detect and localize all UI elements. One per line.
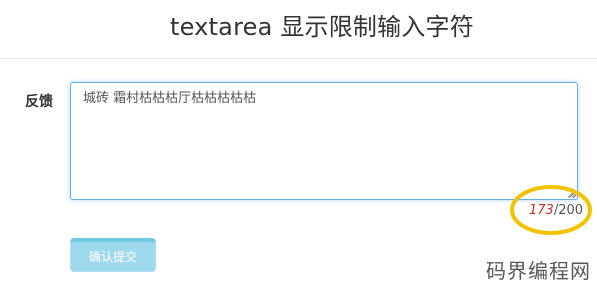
page-header: textarea 显示限制输入字符 [0, 0, 597, 59]
feedback-textarea[interactable]: 城砖 霜村枯枯枯厅枯枯枯枯枯 [70, 82, 578, 200]
watermark: 码界编程网 [486, 259, 591, 283]
char-count: 173 [529, 203, 554, 218]
submit-button[interactable]: 确认提交 [70, 238, 156, 272]
char-limit: 200 [558, 203, 584, 218]
feedback-label: 反馈 [25, 94, 53, 110]
char-counter: 173/200 [529, 203, 583, 219]
page-title: textarea 显示限制输入字符 [170, 13, 474, 41]
